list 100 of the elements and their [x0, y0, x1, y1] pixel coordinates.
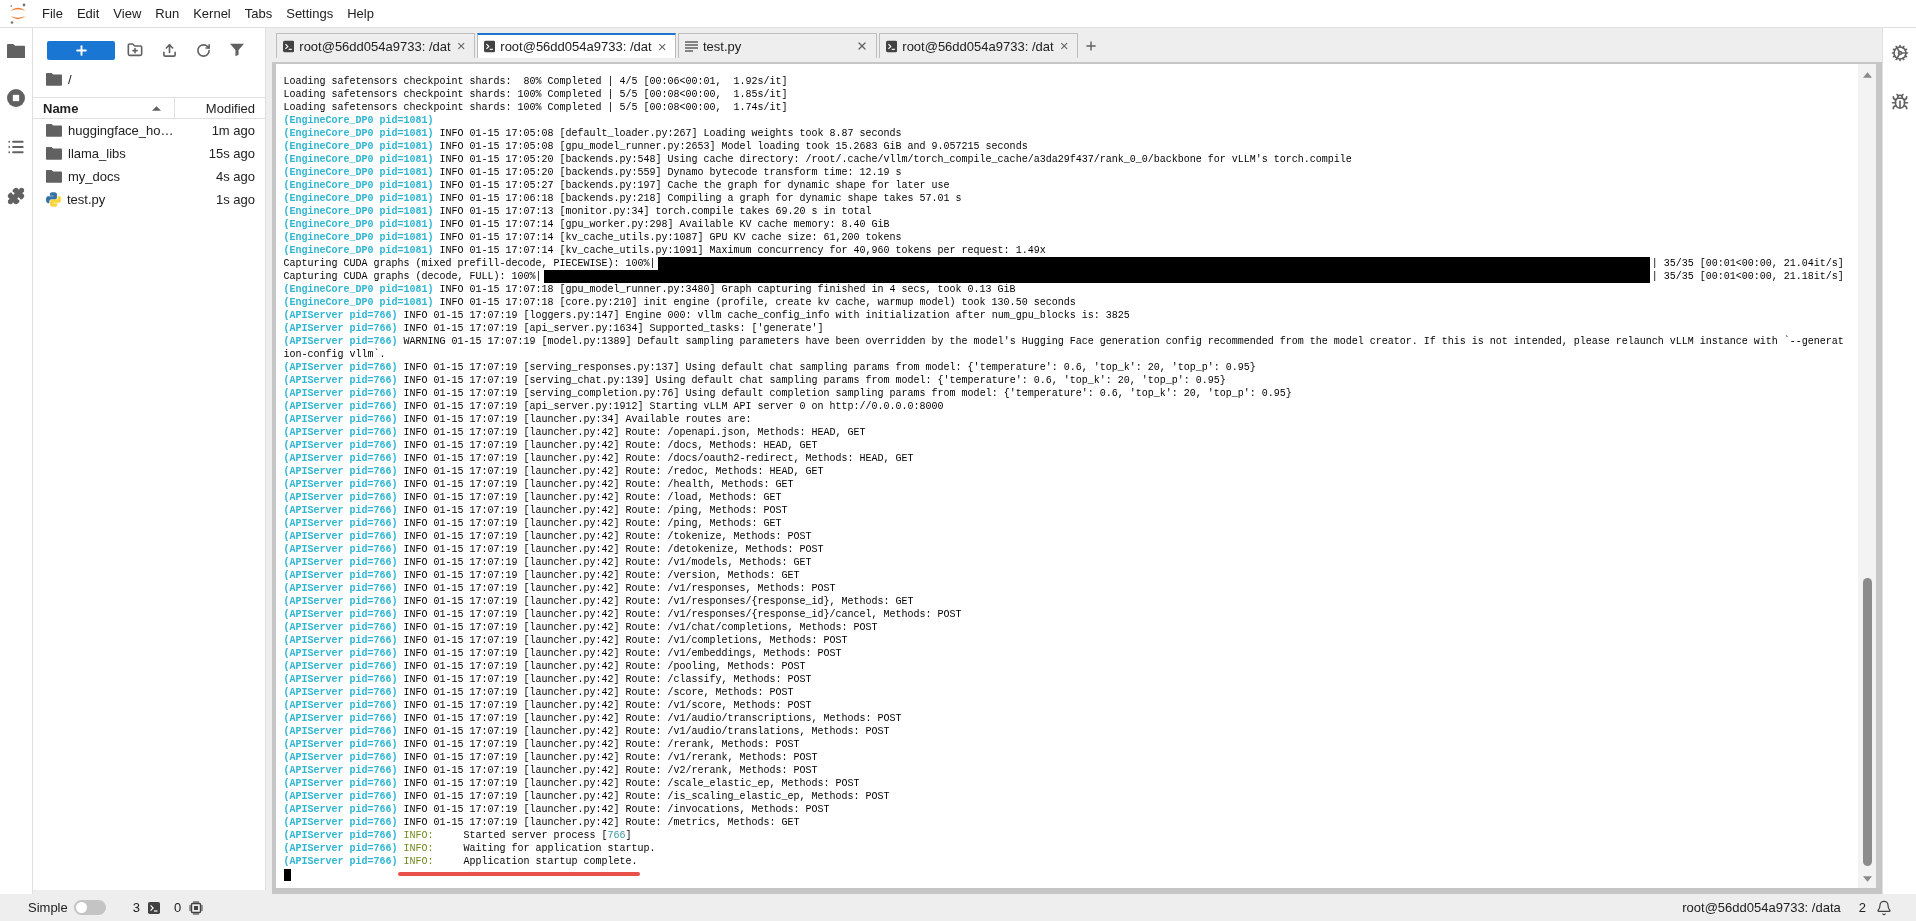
kernel-count[interactable]: 0	[174, 900, 182, 915]
process-label: (APIServer pid=766)	[283, 452, 398, 465]
status-title: root@56dd054a9733: /data	[1682, 900, 1841, 915]
file-name[interactable]: huggingface_ho…	[68, 123, 206, 138]
close-icon[interactable]	[856, 40, 868, 52]
process-label: (APIServer pid=766)	[283, 426, 398, 439]
process-label: (EngineCore_DP0 pid=1081)	[283, 231, 434, 244]
menu-item[interactable]: View	[106, 1, 149, 26]
tab[interactable]: root@56dd054a9733: /dat	[477, 33, 676, 58]
process-label: (APIServer pid=766)	[283, 634, 398, 647]
new-launcher-button[interactable]	[47, 40, 115, 60]
terminal-count[interactable]: 3	[132, 900, 140, 915]
scroll-down-arrow-icon[interactable]	[1862, 876, 1872, 882]
menu-item[interactable]: Edit	[69, 1, 107, 26]
log-level-tag: INFO:	[403, 842, 434, 855]
process-label: (APIServer pid=766)	[283, 777, 398, 790]
tab[interactable]: test.py	[678, 33, 877, 58]
process-label: (EngineCore_DP0 pid=1081)	[283, 179, 434, 192]
log-message: INFO 01-15 17:07:19 [launcher.py:42] Route: /ping, Methods: POST	[403, 504, 788, 517]
terminal-cursor	[283, 868, 291, 881]
file-name[interactable]: llama_libs	[68, 146, 203, 161]
process-label: (APIServer pid=766)	[283, 517, 398, 530]
log-message: INFO 01-15 17:07:19 [launcher.py:42] Route: /v1/embeddings, Methods: POST	[403, 647, 842, 660]
terminal-icon	[283, 39, 295, 53]
log-message: INFO 01-15 17:07:14 [gpu_worker.py:298] Available KV cache memory: 8.40 GiB	[439, 218, 890, 231]
log-message: INFO 01-15 17:07:19 [launcher.py:42] Route: /redoc, Methods: HEAD, GET	[403, 465, 824, 478]
process-label: (APIServer pid=766)	[283, 686, 398, 699]
folder-icon[interactable]	[7, 44, 25, 59]
close-icon[interactable]	[1058, 40, 1069, 52]
column-header[interactable]: Name	[43, 100, 79, 116]
file-name[interactable]: my_docs	[68, 169, 210, 184]
folder-icon	[46, 73, 62, 86]
scrollbar-thumb[interactable]	[1862, 578, 1872, 866]
process-label: (EngineCore_DP0 pid=1081)	[283, 296, 434, 309]
log-message: INFO 01-15 17:05:20 [backends.py:548] Using cache directory: /root/.cache/vllm/torch_compile_cache/a3da29f437/rank_0_0/backbone for vLLM's torch.compile	[439, 153, 1352, 166]
process-label: (EngineCore_DP0 pid=1081)	[283, 140, 434, 153]
process-label: (APIServer pid=766)	[283, 322, 398, 335]
plus-icon[interactable]	[1084, 38, 1098, 53]
process-label: (APIServer pid=766)	[283, 712, 398, 725]
log-message: INFO 01-15 17:07:13 [monitor.py:34] torch.compile takes 69.20 s in total	[439, 205, 872, 218]
gear-icon[interactable]	[1890, 44, 1909, 62]
log-message: INFO 01-15 17:07:14 [kv_cache_utils.py:1087] GPU KV cache size: 61,200 tokens	[439, 231, 902, 244]
stop-circle-icon[interactable]	[7, 89, 25, 108]
file-name[interactable]: test.py	[67, 192, 210, 207]
tab[interactable]: root@56dd054a9733: /dat	[879, 33, 1078, 58]
logo-icon[interactable]	[8, 3, 27, 24]
terminal-icon	[886, 39, 898, 53]
chip-icon	[189, 900, 204, 915]
refresh-icon[interactable]	[195, 42, 211, 58]
scrollbar-track[interactable]	[1858, 64, 1876, 888]
tab[interactable]: root@56dd054a9733: /dat	[276, 33, 475, 58]
log-message: INFO 01-15 17:07:19 [launcher.py:42] Route: /is_scaling_elastic_ep, Methods: POST	[403, 790, 890, 803]
process-label: (APIServer pid=766)	[283, 387, 398, 400]
log-message: INFO 01-15 17:07:19 [launcher.py:42] Route: /openapi.json, Methods: HEAD, GET	[403, 426, 866, 439]
process-label: (APIServer pid=766)	[283, 478, 398, 491]
log-message: INFO 01-15 17:07:19 [serving_responses.py:137] Using default chat sampling params from model: {'temperature': 0.6, 'top_k': 20, 'top_p': 0.95}	[403, 361, 1256, 374]
upload-icon[interactable]	[161, 42, 177, 58]
menu-item[interactable]: Settings	[279, 1, 341, 26]
breadcrumb-path[interactable]: /	[68, 72, 72, 87]
process-label: (APIServer pid=766)	[283, 374, 398, 387]
log-message: INFO 01-15 17:07:14 [kv_cache_utils.py:1091] Maximum concurrency for 40,960 tokens per request: 1.49x	[439, 244, 1046, 257]
log-message: INFO 01-15 17:07:19 [api_server.py:1912] Starting vLLM API server 0 on http://0.0.0.0:8000	[403, 400, 944, 413]
bug-icon[interactable]	[1890, 93, 1909, 111]
progress-label: Capturing CUDA graphs (decode, FULL): 100%|	[283, 270, 542, 283]
column-header[interactable]: Modified	[205, 100, 255, 116]
modified-time: 4s ago	[215, 169, 255, 184]
process-label: (APIServer pid=766)	[283, 543, 398, 556]
new-folder-icon[interactable]	[127, 42, 143, 58]
mode-toggle[interactable]	[73, 900, 106, 915]
menu-item[interactable]: Run	[148, 1, 187, 26]
scroll-up-arrow-icon[interactable]	[1862, 72, 1872, 78]
progress-stats: | 35/35 [00:01<00:00, 21.18it/s]	[1651, 270, 1844, 283]
menu-item[interactable]: Help	[340, 1, 381, 26]
log-message: INFO 01-15 17:07:19 [launcher.py:42] Route: /ping, Methods: GET	[403, 517, 782, 530]
log-message: INFO 01-15 17:07:19 [launcher.py:42] Route: /tokenize, Methods: POST	[403, 530, 812, 543]
log-message: INFO 01-15 17:05:27 [backends.py:197] Cache the graph for dynamic shape for later use	[439, 179, 950, 192]
menu-item[interactable]: File	[35, 1, 70, 26]
close-icon[interactable]	[455, 40, 466, 52]
menu-item[interactable]: Tabs	[237, 1, 280, 26]
log-message: INFO 01-15 17:07:19 [launcher.py:42] Route: /v1/score, Methods: POST	[403, 699, 812, 712]
process-label: (APIServer pid=766)	[283, 725, 398, 738]
log-message: Loading safetensors checkpoint shards: 80% Completed | 4/5 [00:06<00:01, 1.92s/it]	[283, 75, 788, 88]
puzzle-icon[interactable]	[7, 187, 25, 206]
log-message: INFO 01-15 17:07:19 [launcher.py:42] Route: /v1/audio/transcriptions, Methods: POST	[403, 712, 902, 725]
modified-time: 15s ago	[208, 146, 255, 161]
log-message: ion-config vllm`.	[283, 348, 386, 361]
menu-item[interactable]: Kernel	[186, 1, 238, 26]
modified-time: 1s ago	[215, 192, 255, 207]
bell-icon[interactable]	[1876, 899, 1892, 916]
log-message: INFO 01-15 17:07:19 [launcher.py:42] Route: /invocations, Methods: POST	[403, 803, 830, 816]
notification-count[interactable]: 2	[1858, 900, 1866, 915]
sort-caret-icon[interactable]	[152, 105, 161, 111]
filter-icon[interactable]	[230, 43, 244, 57]
log-message: WARNING 01-15 17:07:19 [model.py:1389] Default sampling parameters have been overridden by the model's Hugging Face generation config recommended from the model creator. If this is not intended, please relaunch vLLM instance with `--generat	[403, 335, 1844, 348]
log-message: INFO 01-15 17:07:19 [launcher.py:42] Route: /v1/audio/translations, Methods: POST	[403, 725, 890, 738]
process-label: (APIServer pid=766)	[283, 530, 398, 543]
log-message: Application startup complete.	[463, 855, 638, 868]
terminal-screen[interactable]	[272, 62, 1882, 894]
log-message: INFO 01-15 17:07:19 [launcher.py:42] Route: /rerank, Methods: POST	[403, 738, 800, 751]
process-label: (APIServer pid=766)	[283, 569, 398, 582]
